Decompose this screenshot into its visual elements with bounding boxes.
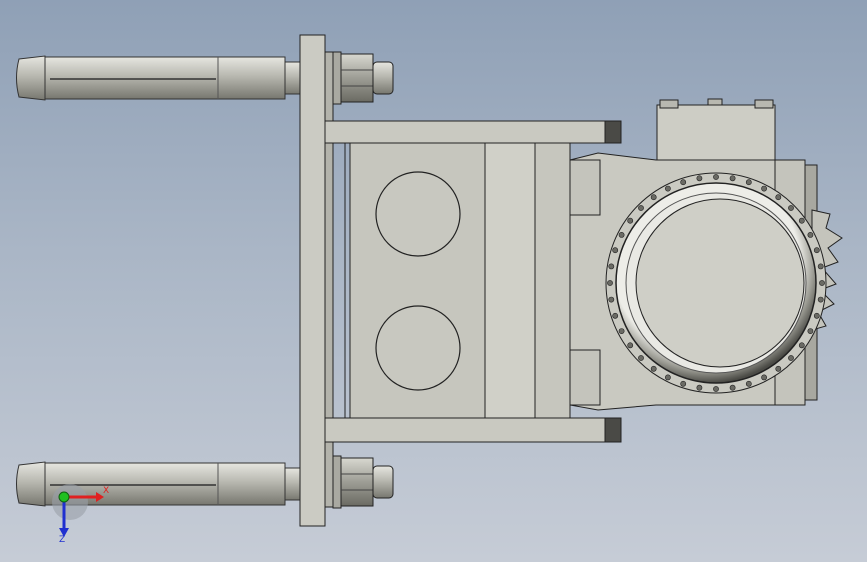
ring-bolt-head — [650, 365, 657, 372]
ring-bolt-head — [775, 365, 782, 372]
ring-bolt-head — [618, 231, 625, 238]
ring-bolt-head — [612, 312, 619, 319]
ring-bolt-head — [696, 384, 703, 391]
ring-bolt-head — [807, 231, 814, 238]
ring-bolt-head — [775, 194, 782, 201]
ring-bolt-head — [696, 175, 703, 182]
ring-bolt-head — [819, 280, 825, 286]
ring-bolt-head — [713, 386, 719, 392]
graphics-viewport[interactable]: X Z — [0, 0, 867, 562]
ring-bolt-head — [745, 380, 752, 387]
ring-bolt-head — [817, 296, 824, 303]
ring-bolt-head — [665, 185, 671, 192]
ring-bolt-head — [817, 263, 824, 270]
ring-bolt-head — [807, 328, 814, 334]
ring-bolt-head — [608, 263, 615, 270]
ring-bolt-head — [612, 247, 619, 254]
ring-bolt-head — [627, 342, 634, 349]
ring-bolt-head — [761, 374, 767, 381]
mounting-plate[interactable] — [299, 34, 334, 527]
triad-x-label: X — [103, 486, 110, 496]
ring-bolt-head — [638, 355, 644, 361]
ring-bolt-head — [665, 374, 671, 381]
ring-bolt-head — [813, 312, 820, 319]
ring-bolt-head — [713, 174, 719, 180]
ring-bolt-head — [638, 205, 644, 211]
cad-model[interactable] — [0, 0, 867, 562]
slewing-ring[interactable] — [605, 172, 827, 394]
ring-bolt-head — [798, 217, 805, 224]
ring-bolt-head — [745, 179, 752, 186]
nut-bottom[interactable] — [332, 455, 394, 509]
ring-bolt-head — [761, 185, 767, 192]
nut-top[interactable] — [332, 51, 394, 105]
ring-bolt-head — [627, 217, 634, 224]
ring-bolt-head — [607, 280, 613, 286]
ring-bolt-head — [729, 384, 736, 391]
ring-bolt-head — [813, 247, 820, 254]
ring-bolt-head — [618, 328, 625, 334]
ring-bolt-head — [729, 175, 736, 182]
ring-bolt-head — [608, 296, 615, 303]
ring-bolt-head — [680, 380, 687, 387]
ring-bolt-head — [788, 205, 794, 211]
ring-bolt-head — [798, 342, 805, 349]
anchor-bolt-top[interactable] — [16, 55, 302, 101]
triad-z-label: Z — [59, 535, 66, 545]
ring-bolt-head — [788, 355, 794, 361]
ring-bolt-head — [680, 179, 687, 186]
ring-bolt-head — [650, 194, 657, 201]
